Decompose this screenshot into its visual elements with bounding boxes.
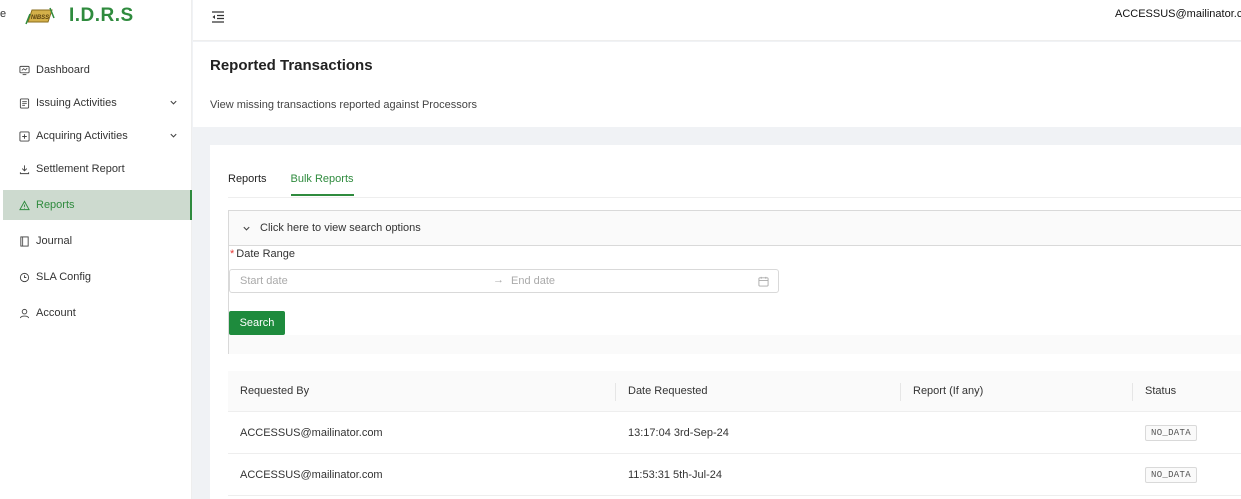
page-title: Reported Transactions xyxy=(210,57,373,74)
dashboard-icon xyxy=(18,64,30,76)
search-options-label: Click here to view search options xyxy=(260,222,421,234)
chevron-down-icon xyxy=(243,226,250,231)
end-date-input[interactable]: End date xyxy=(511,275,555,287)
table-row[interactable]: ACCESSUS@mailinator.com 11:53:31 5th-Jul… xyxy=(228,454,1241,496)
arrow-right-icon: → xyxy=(493,274,504,286)
column-separator xyxy=(900,383,901,401)
start-date-input[interactable]: Start date xyxy=(240,275,288,287)
sidebar-item-label: Dashboard xyxy=(36,64,90,76)
top-header: ACCESSUS@mailinator.com xyxy=(193,0,1241,41)
menu-fold-icon[interactable] xyxy=(210,9,226,25)
logo-icon: NIBSS xyxy=(24,6,56,26)
svg-text:NIBSS: NIBSS xyxy=(31,15,49,21)
table-header: Requested By Date Requested Report (If a… xyxy=(228,371,1241,412)
tab-reports[interactable]: Reports xyxy=(228,173,267,196)
column-separator xyxy=(1132,383,1133,401)
sidebar-item-account[interactable]: Account xyxy=(3,298,192,328)
user-email[interactable]: ACCESSUS@mailinator.com xyxy=(1115,8,1241,20)
sidebar-item-settlement-report[interactable]: Settlement Report xyxy=(3,154,192,184)
date-range-picker[interactable]: Start date → End date xyxy=(229,269,779,293)
sidebar-item-label: Issuing Activities xyxy=(36,97,117,109)
brand[interactable]: NIBSS I.D.R.S xyxy=(24,5,134,27)
date-range-text: Date Range xyxy=(236,248,295,260)
sidebar-menu: Dashboard Issuing Activities Acquiring A… xyxy=(3,52,192,328)
column-separator xyxy=(615,383,616,401)
user-icon xyxy=(18,307,30,319)
sidebar-item-label: Journal xyxy=(36,235,73,247)
search-panel-footer xyxy=(229,335,1241,354)
sidebar-item-label: SLA Config xyxy=(36,271,92,283)
content-card: Reports Bulk Reports Click here to view … xyxy=(210,145,1241,499)
col-date-requested: Date Requested xyxy=(628,385,708,397)
sidebar-item-issuing-activities[interactable]: Issuing Activities xyxy=(3,88,192,118)
cell-requested-by: ACCESSUS@mailinator.com xyxy=(240,426,383,439)
sidebar-item-label: Reports xyxy=(36,199,75,211)
cell-requested-by: ACCESSUS@mailinator.com xyxy=(240,468,383,481)
status-badge: NO_DATA xyxy=(1145,466,1197,483)
sidebar-item-label: Settlement Report xyxy=(36,163,125,175)
journal-icon xyxy=(18,235,30,247)
tabs-divider xyxy=(228,197,1241,198)
required-mark: * xyxy=(230,248,235,260)
acquiring-icon xyxy=(18,130,30,142)
warning-icon xyxy=(18,199,30,211)
sidebar-item-label: Acquiring Activities xyxy=(36,130,128,142)
sidebar: e NIBSS I.D.R.S Dashboard Issuing Activi… xyxy=(0,0,192,499)
col-requested-by: Requested By xyxy=(240,385,310,397)
page-header: Reported Transactions View missing trans… xyxy=(193,42,1241,127)
page-subtitle: View missing transactions reported again… xyxy=(210,99,477,111)
cell-date-requested: 13:17:04 3rd-Sep-24 xyxy=(628,426,729,439)
download-icon xyxy=(18,163,30,175)
tabs: Reports Bulk Reports xyxy=(228,173,378,196)
sidebar-item-reports[interactable]: Reports xyxy=(3,190,192,220)
chevron-down-icon[interactable] xyxy=(169,131,178,140)
search-panel: Click here to view search options * Date … xyxy=(228,210,1241,354)
app-name: I.D.R.S xyxy=(69,5,134,26)
col-status: Status xyxy=(1145,385,1177,397)
tab-bulk-reports[interactable]: Bulk Reports xyxy=(290,173,354,196)
sidebar-item-acquiring-activities[interactable]: Acquiring Activities xyxy=(3,121,192,151)
sidebar-item-journal[interactable]: Journal xyxy=(3,226,192,256)
issuing-icon xyxy=(18,97,30,109)
date-range-label: * Date Range xyxy=(230,248,295,260)
sidebar-item-label: Account xyxy=(36,307,76,319)
search-options-toggle[interactable]: Click here to view search options xyxy=(229,211,1241,246)
search-button[interactable]: Search xyxy=(229,311,285,335)
col-report: Report (If any) xyxy=(913,385,984,397)
sla-icon xyxy=(18,271,30,283)
sidebar-item-dashboard[interactable]: Dashboard xyxy=(3,55,192,85)
chevron-down-icon[interactable] xyxy=(169,98,178,107)
calendar-icon[interactable] xyxy=(758,276,769,287)
reports-table: Requested By Date Requested Report (If a… xyxy=(228,371,1241,496)
status-badge: NO_DATA xyxy=(1145,424,1197,441)
sidebar-item-sla-config[interactable]: SLA Config xyxy=(3,262,192,292)
edge-char: e xyxy=(0,8,7,20)
cell-date-requested: 11:53:31 5th-Jul-24 xyxy=(628,468,722,481)
table-row[interactable]: ACCESSUS@mailinator.com 13:17:04 3rd-Sep… xyxy=(228,412,1241,454)
